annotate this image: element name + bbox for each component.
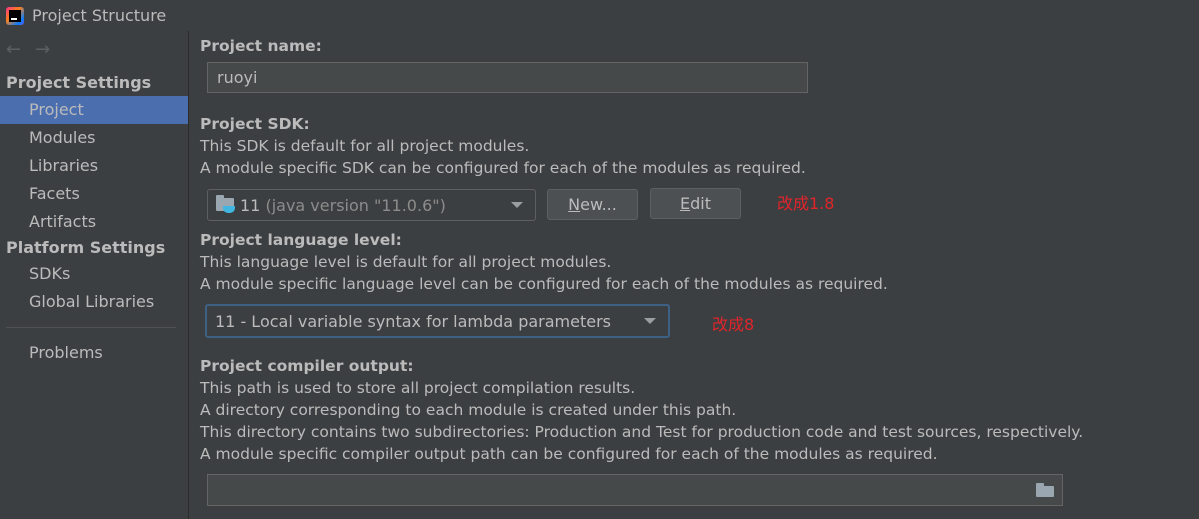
chevron-down-icon — [511, 202, 523, 208]
new-button-mnemonic: N — [568, 195, 581, 214]
sdk-version: 11 — [240, 195, 261, 215]
new-button-label: ew... — [580, 195, 617, 214]
title-bar: Project Structure — [0, 0, 1199, 31]
sidebar-item-facets[interactable]: Facets — [0, 180, 188, 208]
language-level-label: Project language level: — [200, 231, 402, 249]
project-name-value: ruoyi — [217, 68, 258, 87]
sidebar-item-sdks[interactable]: SDKs — [0, 260, 188, 288]
sidebar-item-problems[interactable]: Problems — [0, 339, 188, 367]
compiler-output-description-4: A module specific compiler output path c… — [200, 445, 938, 463]
language-level-value: 11 - Local variable syntax for lambda pa… — [215, 311, 611, 331]
language-level-description-1: This language level is default for all p… — [200, 253, 612, 271]
project-sdk-description-2: A module specific SDK can be configured … — [200, 159, 806, 177]
sidebar-separator — [6, 327, 176, 328]
edit-button-mnemonic: E — [680, 194, 691, 213]
chevron-down-icon — [644, 318, 656, 324]
sidebar: ← → Project Settings Project Modules Lib… — [0, 31, 188, 519]
project-name-input[interactable]: ruoyi — [207, 62, 808, 93]
language-level-annotation: 改成8 — [712, 315, 755, 334]
java-sdk-folder-icon — [216, 195, 236, 214]
sidebar-item-global-libraries[interactable]: Global Libraries — [0, 288, 188, 316]
compiler-output-description-1: This path is used to store all project c… — [200, 379, 636, 397]
project-name-label: Project name: — [200, 37, 322, 55]
forward-arrow-icon[interactable]: → — [35, 39, 50, 60]
edit-button-label: dit — [690, 194, 711, 213]
intellij-idea-icon — [6, 6, 24, 25]
sidebar-item-libraries[interactable]: Libraries — [0, 152, 188, 180]
section-header-platform-settings: Platform Settings — [6, 238, 166, 257]
compiler-output-description-2: A directory corresponding to each module… — [200, 401, 737, 419]
project-settings-panel: Project name: ruoyi Project SDK: This SD… — [189, 31, 1199, 519]
project-sdk-label: Project SDK: — [200, 115, 310, 133]
compiler-output-label: Project compiler output: — [200, 357, 414, 375]
language-level-description-2: A module specific language level can be … — [200, 275, 888, 293]
edit-sdk-button[interactable]: Edit — [650, 188, 741, 219]
sidebar-item-modules[interactable]: Modules — [0, 124, 188, 152]
sdk-version-detail: (java version "11.0.6") — [265, 195, 446, 215]
language-level-dropdown[interactable]: 11 - Local variable syntax for lambda pa… — [205, 304, 670, 338]
window-title: Project Structure — [32, 6, 167, 25]
project-sdk-dropdown[interactable]: 11 (java version "11.0.6") — [207, 189, 536, 221]
compiler-output-path-input[interactable] — [207, 474, 1063, 506]
history-navigation: ← → — [6, 39, 50, 60]
new-sdk-button[interactable]: New... — [547, 189, 638, 220]
project-sdk-description-1: This SDK is default for all project modu… — [200, 137, 530, 155]
section-header-project-settings: Project Settings — [6, 73, 152, 92]
back-arrow-icon[interactable]: ← — [6, 39, 21, 60]
browse-folder-icon[interactable] — [1036, 483, 1054, 497]
sdk-annotation: 改成1.8 — [777, 194, 835, 213]
sidebar-item-artifacts[interactable]: Artifacts — [0, 208, 188, 236]
compiler-output-description-3: This directory contains two subdirectori… — [200, 423, 1084, 441]
sidebar-item-project[interactable]: Project — [0, 96, 188, 124]
